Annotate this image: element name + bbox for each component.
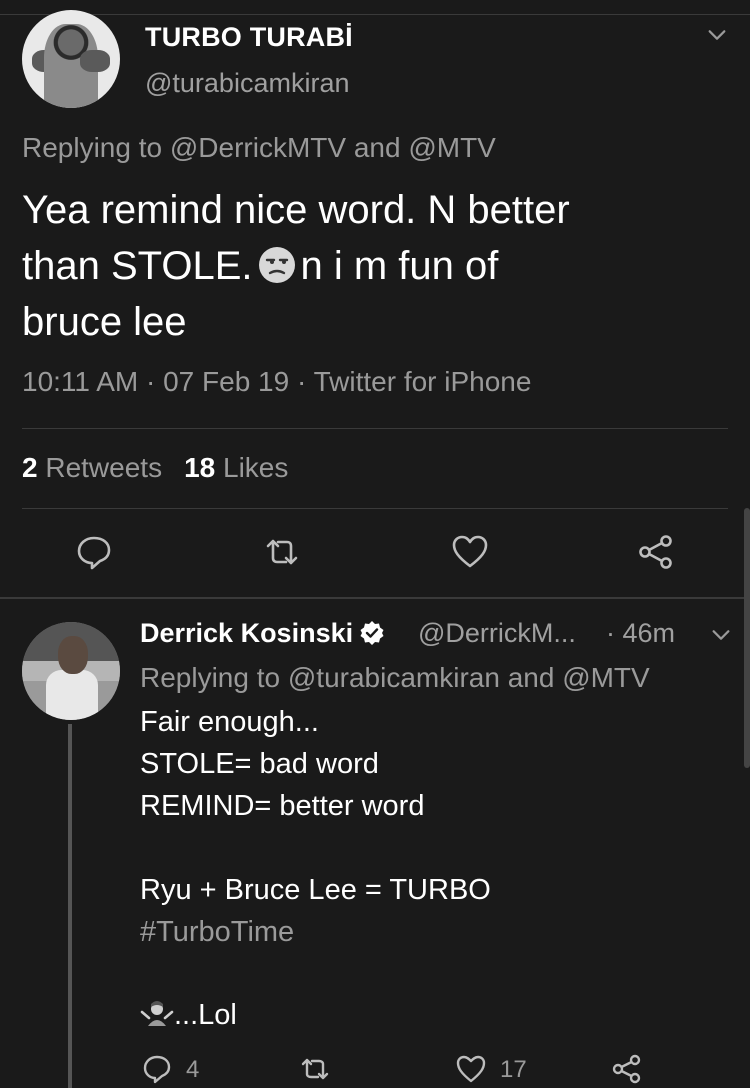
reply-text-line: STOLE= bad word: [140, 748, 379, 780]
reply-text-line: Fair enough...: [140, 706, 319, 738]
reply-icon[interactable]: [140, 1052, 174, 1086]
divider: [22, 428, 728, 429]
scrollbar[interactable]: [744, 508, 750, 768]
likes-count: 18: [184, 452, 216, 483]
verified-badge-icon: [360, 621, 384, 645]
reply-icon[interactable]: [74, 532, 114, 572]
likes-label: Likes: [223, 452, 289, 483]
reply-display-name[interactable]: Derrick Kosinski: [140, 618, 385, 649]
chevron-down-icon[interactable]: [706, 24, 728, 46]
reply-timestamp: · 46m: [606, 618, 676, 648]
display-name[interactable]: TURBO TURABİ: [145, 22, 353, 53]
reply-text-fragment: ...Lol: [174, 999, 237, 1031]
unamused-face-emoji-icon: [258, 247, 295, 283]
hashtag-link[interactable]: #TurboTime: [140, 916, 294, 949]
like-count: 17: [500, 1056, 527, 1083]
tweet-text-line: than STOLE. n i m fun of: [22, 238, 712, 294]
share-icon[interactable]: [610, 1052, 644, 1086]
reply-user-handle[interactable]: @DerrickM...: [418, 618, 576, 649]
engagement-stats[interactable]: 2 Retweets 18 Likes: [22, 452, 288, 484]
reply-count: 4: [186, 1056, 200, 1083]
avatar[interactable]: [22, 10, 120, 108]
share-icon[interactable]: [636, 532, 676, 572]
retweet-icon[interactable]: [298, 1052, 332, 1086]
replying-to[interactable]: Replying to @DerrickMTV and @MTV: [22, 132, 496, 164]
retweets-count: 2: [22, 452, 38, 483]
reply-text-line: ...Lol: [140, 998, 237, 1032]
tweet-text-line: bruce lee: [22, 300, 187, 344]
avatar-figure: [46, 670, 98, 720]
like-icon[interactable]: [450, 532, 490, 572]
thread-line: [68, 724, 72, 1088]
avatar[interactable]: [22, 622, 120, 720]
tweet-text-fragment: than STOLE.: [22, 244, 253, 288]
avatar-detail: [80, 50, 110, 72]
divider: [22, 508, 728, 509]
like-icon[interactable]: [454, 1052, 488, 1086]
retweet-icon[interactable]: [262, 532, 302, 572]
tweet-text-line: Yea remind nice word. N better: [22, 188, 570, 232]
reply-text-line: REMIND= better word: [140, 790, 425, 822]
tweet-meta: 10:11 AM · 07 Feb 19 · Twitter for iPhon…: [22, 366, 532, 397]
top-divider: [0, 14, 750, 15]
tweet-text: Yea remind nice word. N better than STOL…: [22, 182, 712, 350]
section-divider: [0, 597, 750, 599]
reply-text-line: Ryu + Bruce Lee = TURBO: [140, 874, 491, 906]
reply-display-name-text: Derrick Kosinski: [140, 618, 354, 648]
retweets-label: Retweets: [45, 452, 163, 483]
avatar-figure: [58, 636, 88, 674]
chevron-down-icon[interactable]: [710, 624, 732, 646]
reply-replying-to[interactable]: Replying to @turabicamkiran and @MTV: [140, 662, 650, 694]
person-shrugging-emoji-icon: [140, 1001, 174, 1026]
tweet-text-fragment: n i m fun of: [300, 244, 499, 288]
user-handle[interactable]: @turabicamkiran: [145, 68, 349, 99]
